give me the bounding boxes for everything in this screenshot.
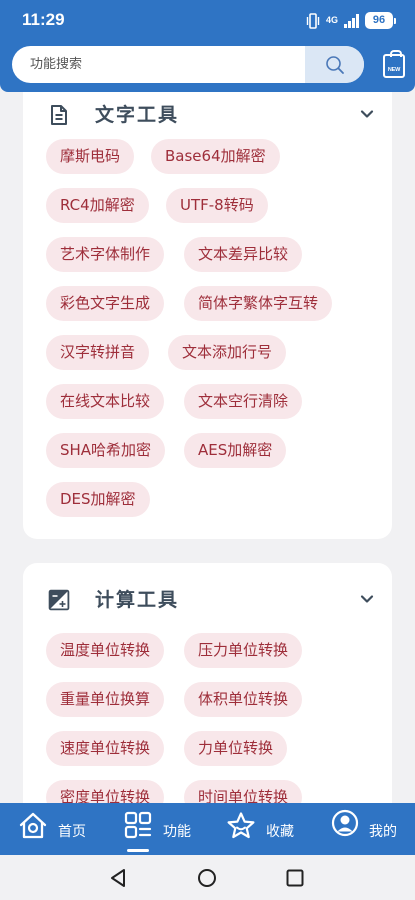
tool-tag-weight[interactable]: 重量单位换算 xyxy=(46,682,165,717)
search-input[interactable] xyxy=(12,46,305,83)
tool-tag-temperature[interactable]: 温度单位转换 xyxy=(46,633,165,668)
search-icon xyxy=(325,55,344,74)
chevron-down-icon[interactable] xyxy=(359,591,375,607)
recents-icon[interactable] xyxy=(284,867,306,889)
signal-icon xyxy=(344,13,359,28)
nav-item-features[interactable]: 功能 xyxy=(124,803,204,855)
tool-tag-art-font[interactable]: 艺术字体制作 xyxy=(46,237,165,272)
section-header-calc-tools[interactable]: 计算工具 xyxy=(23,575,392,625)
status-icons: 4G 96 xyxy=(306,12,396,29)
search-button[interactable] xyxy=(305,46,364,83)
nav-label: 功能 xyxy=(163,824,191,840)
status-time: 11:29 xyxy=(22,10,65,29)
nav-item-home[interactable]: 首页 xyxy=(18,803,98,855)
nav-item-favorites[interactable]: 收藏 xyxy=(226,803,306,855)
tool-tag-line-numbers[interactable]: 文本添加行号 xyxy=(168,335,287,370)
tool-tag-rc4[interactable]: RC4加解密 xyxy=(46,188,149,223)
calculator-icon xyxy=(48,589,70,611)
home-icon xyxy=(19,812,47,839)
star-icon xyxy=(227,812,255,839)
tool-tag-volume[interactable]: 体积单位转换 xyxy=(184,682,303,717)
system-nav-bar xyxy=(0,855,415,900)
document-icon xyxy=(48,104,70,126)
grid-icon xyxy=(124,811,152,839)
section-card-calc-tools: 计算工具 温度单位转换 压力单位转换 重量单位换算 体积单位转换 速度单位转换 … xyxy=(23,563,392,823)
tool-tag-aes[interactable]: AES加解密 xyxy=(184,433,287,468)
user-icon xyxy=(331,809,359,837)
new-features-button[interactable]: NEW xyxy=(383,50,405,78)
status-bar: 11:29 4G 96 xyxy=(0,0,415,42)
tool-tag-pinyin[interactable]: 汉字转拼音 xyxy=(46,335,150,370)
tool-tag-color-text[interactable]: 彩色文字生成 xyxy=(46,286,165,321)
network-type: 4G xyxy=(325,15,338,25)
tool-tag-force[interactable]: 力单位转换 xyxy=(184,731,288,766)
search-header: NEW xyxy=(0,42,415,92)
tool-tag-utf8[interactable]: UTF-8转码 xyxy=(166,188,268,223)
tool-tag-sha[interactable]: SHA哈希加密 xyxy=(46,433,166,468)
vibrate-icon xyxy=(306,12,320,29)
tool-tag-speed[interactable]: 速度单位转换 xyxy=(46,731,165,766)
tool-tag-simp-trad[interactable]: 简体字繁体字互转 xyxy=(184,286,333,321)
search-box xyxy=(12,46,364,83)
section-card-text-tools: 文字工具 摩斯电码 Base64加解密 RC4加解密 UTF-8转码 艺术字体制… xyxy=(23,60,392,539)
nav-item-profile[interactable]: 我的 xyxy=(331,803,411,855)
section-title: 文字工具 xyxy=(95,104,180,126)
nav-label: 首页 xyxy=(58,824,86,840)
tool-tag-base64[interactable]: Base64加解密 xyxy=(151,139,280,174)
bottom-nav: 首页 功能 收藏 我的 xyxy=(0,803,415,855)
tool-tag-des[interactable]: DES加解密 xyxy=(46,482,150,517)
new-badge-label: NEW xyxy=(387,67,401,73)
tool-tag-blank-lines[interactable]: 文本空行清除 xyxy=(184,384,303,419)
section-header-text-tools[interactable]: 文字工具 xyxy=(23,90,392,140)
tool-tag-morse[interactable]: 摩斯电码 xyxy=(46,139,135,174)
tool-tag-text-diff[interactable]: 文本差异比较 xyxy=(184,237,303,272)
section-title: 计算工具 xyxy=(95,589,180,611)
active-tab-indicator xyxy=(127,849,149,852)
chevron-down-icon[interactable] xyxy=(359,106,375,122)
nav-label: 收藏 xyxy=(266,824,294,840)
battery-indicator: 96 xyxy=(365,12,396,29)
nav-label: 我的 xyxy=(369,824,397,840)
tool-tag-online-compare[interactable]: 在线文本比较 xyxy=(46,384,165,419)
tool-tag-pressure[interactable]: 压力单位转换 xyxy=(184,633,303,668)
home-circle-icon[interactable] xyxy=(196,867,218,889)
back-icon[interactable] xyxy=(108,867,130,889)
